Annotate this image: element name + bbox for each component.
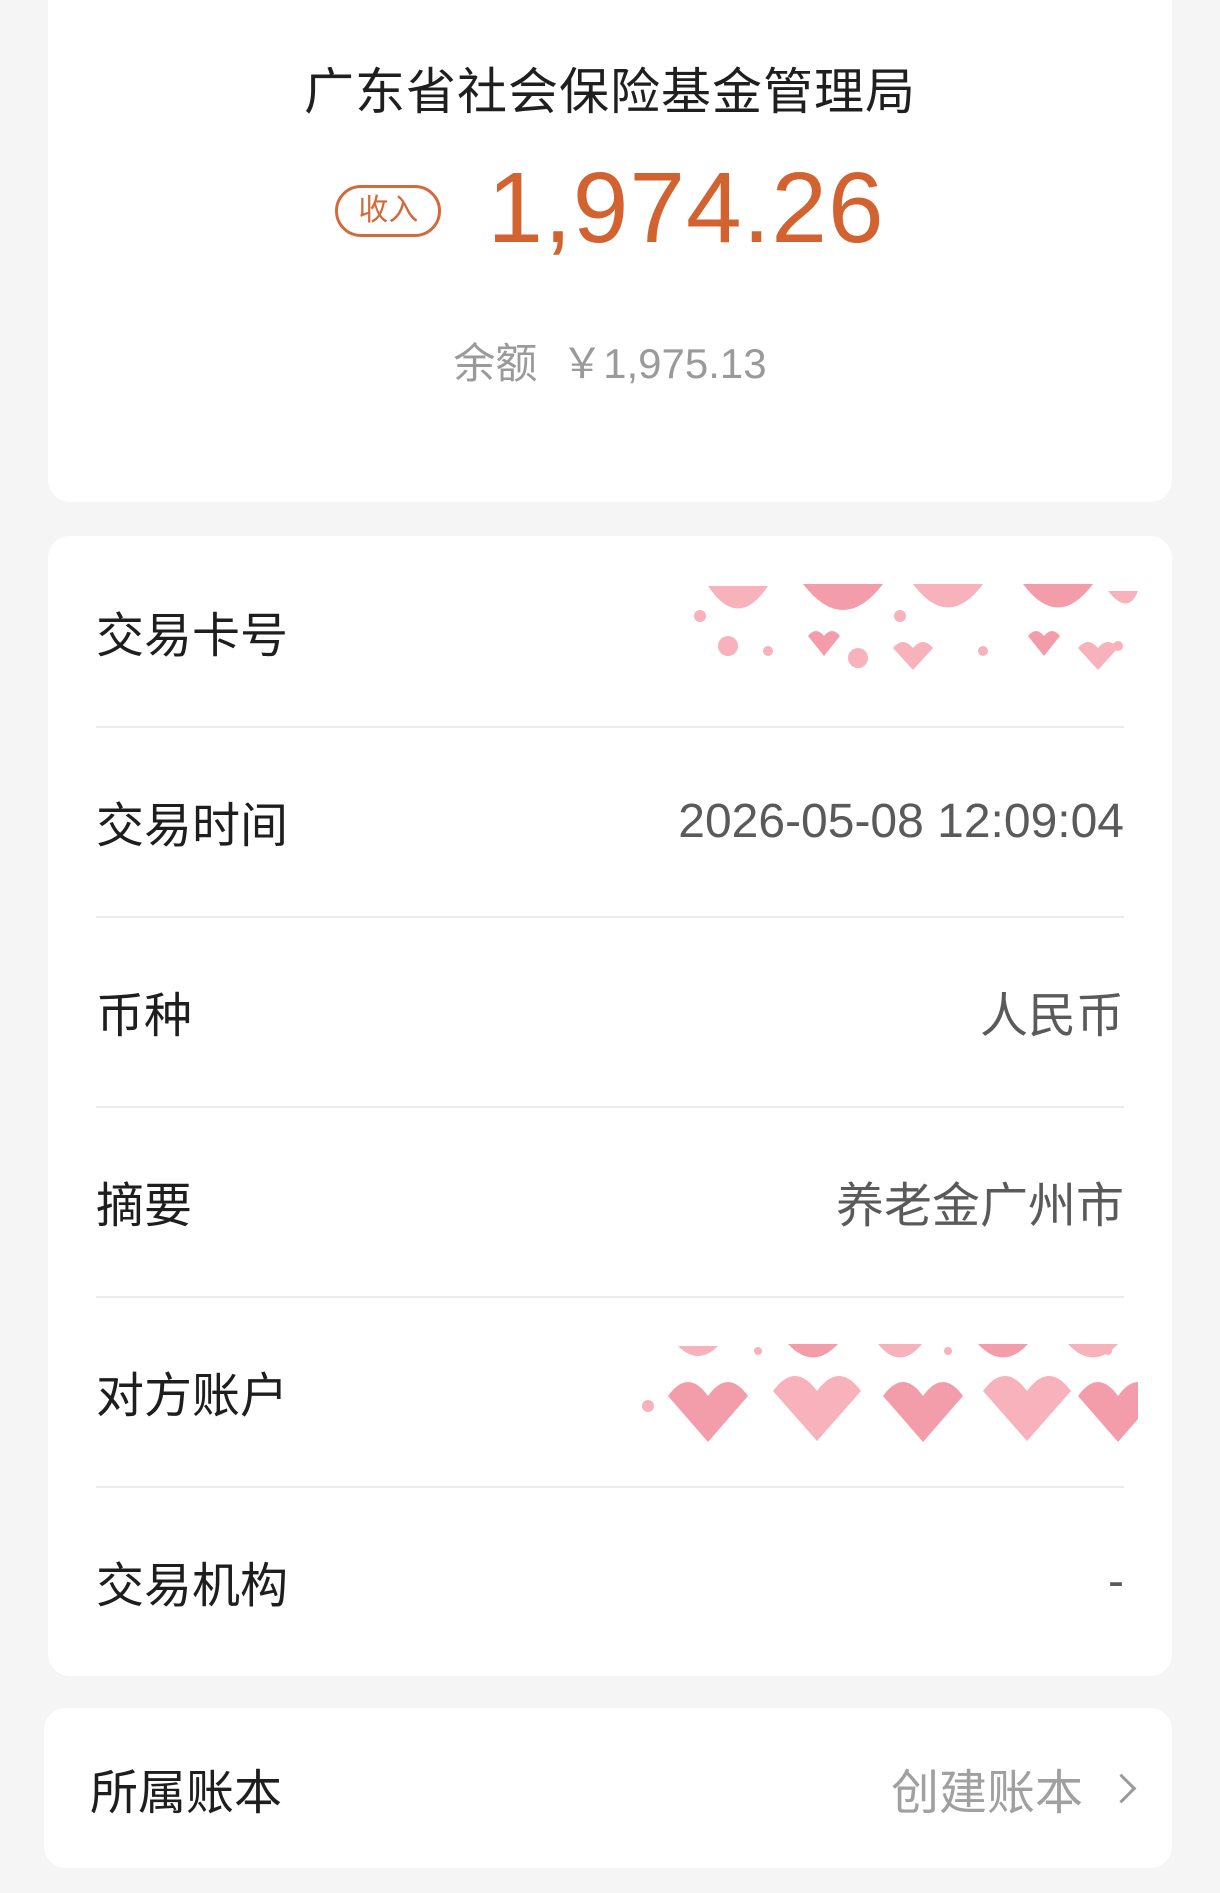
detail-row-counterparty: 对方账户	[96, 1296, 1138, 1488]
time-value: 2026-05-08 12:09:04	[678, 794, 1124, 848]
transaction-detail-page: 广东省社会保险基金管理局 收入 1,974.26 余额 ￥1,975.13 交易…	[0, 0, 1220, 1893]
detail-row-institution: 交易机构 -	[96, 1486, 1124, 1676]
amount-row: 收入 1,974.26	[48, 158, 1172, 258]
time-label: 交易时间	[96, 798, 289, 854]
institution-label: 交易机构	[96, 1558, 289, 1614]
heart-sticker-icon	[642, 1344, 1138, 1442]
create-ledger-label: 创建账本	[890, 1765, 1083, 1821]
income-badge: 收入	[335, 185, 442, 237]
counterparty-label: 对方账户	[96, 1368, 289, 1424]
ledger-row[interactable]: 所属账本 创建账本	[44, 1708, 1172, 1868]
summary-label: 摘要	[96, 1178, 193, 1234]
institution-value: -	[1108, 1554, 1124, 1608]
detail-row-currency: 币种 人民币	[96, 916, 1124, 1108]
detail-row-time: 交易时间 2026-05-08 12:09:04	[96, 726, 1124, 918]
ledger-label: 所属账本	[90, 1765, 283, 1821]
summary-value: 养老金广州市	[835, 1180, 1124, 1233]
transaction-summary-card: 广东省社会保险基金管理局 收入 1,974.26 余额 ￥1,975.13	[48, 0, 1172, 502]
balance-label: 余额	[453, 340, 538, 387]
transaction-amount: 1,974.26	[487, 152, 885, 264]
currency-label: 币种	[96, 988, 193, 1044]
merchant-name: 广东省社会保险基金管理局	[304, 63, 916, 121]
heart-sticker-icon	[694, 584, 1138, 670]
transaction-details-card: 交易卡号 交易时间 2026-05-08 12:09:04 币种 人民币 摘要 …	[48, 536, 1172, 1676]
balance-line: 余额 ￥1,975.13	[48, 330, 1172, 391]
detail-row-card-number: 交易卡号	[96, 536, 1138, 728]
balance-value: ￥1,975.13	[561, 340, 767, 387]
card-number-label: 交易卡号	[96, 608, 289, 664]
currency-value: 人民币	[979, 990, 1124, 1043]
create-ledger-button[interactable]: 创建账本	[890, 1753, 1137, 1823]
detail-row-summary: 摘要 养老金广州市	[96, 1106, 1124, 1298]
chevron-right-icon	[1106, 1773, 1137, 1803]
